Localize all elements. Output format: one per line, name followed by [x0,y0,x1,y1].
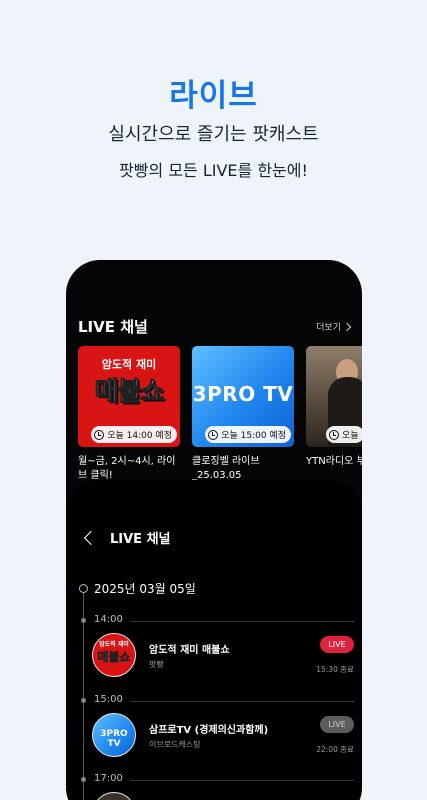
time-label: 14:00 [94,614,123,625]
item-title: 삼프로TV (경제의신과함께) [149,725,269,736]
time-marker-icon [81,698,86,703]
date-marker-icon [79,584,88,593]
channel-avatar: 3PRO TV [92,713,136,757]
card-thumbnail: 암도적 재미 매불쇼 오늘 14:00 예정 [78,346,180,447]
hero-title: 라이브 [169,78,258,114]
item-channel: 팟빵 [149,660,164,669]
end-time: 15:30 종료 [316,665,354,674]
clock-icon [208,429,219,440]
divider [130,780,354,781]
schedule-badge: 오늘 14:00 예정 [91,426,177,443]
show-logo: 3PRO TV [192,382,294,406]
item-title: 암도적 재미 매불쇼 [149,645,230,656]
time-label: 15:00 [94,694,123,705]
back-arrow-icon[interactable] [83,530,99,545]
more-label: 더보기 [316,323,341,333]
card-thumbnail: 오늘 [306,346,362,447]
phone-mockup-front: LIVE 채널 2025년 03월 05일 14:00 암도적 재미 매불쇼 암… [66,480,362,800]
show-logo: 매불쇼 [94,377,165,408]
item-channel: 이브로드캐스팅 [149,740,201,749]
live-card[interactable]: 암도적 재미 매불쇼 오늘 14:00 예정 월~금, 2시~4시, 라이브 클… [78,346,180,483]
card-caption: 월~금, 2시~4시, 라이브 클릭! [78,456,176,481]
time-label: 17:00 [94,773,123,784]
more-link[interactable]: 더보기 [316,320,352,333]
channel-avatar [92,792,136,800]
avatar-tagline: 암도적 재미 [99,641,129,648]
live-status-badge: LIVE [320,636,354,653]
card-caption: YTN라디오 부 [306,456,362,467]
date-label: 2025년 03월 05일 [94,582,196,596]
hero-description: 팟빵의 모든 LIVE를 한눈에! [119,161,308,180]
schedule-text: 오늘 14:00 예정 [107,431,172,441]
schedule-text: 오늘 [342,431,359,441]
avatar-logo: 3PRO TV [100,729,128,749]
live-card-list: 암도적 재미 매불쇼 오늘 14:00 예정 월~금, 2시~4시, 라이브 클… [78,346,362,483]
live-card[interactable]: 3PRO TV 오늘 15:00 예정 클로징벨 라이브_25.03.05 [192,346,294,483]
schedule-badge: 오늘 15:00 예정 [205,426,291,443]
schedule-item[interactable]: 암도적 재미 매불쇼 암도적 재미 매불쇼 팟빵 LIVE 15:30 종료 [92,633,354,681]
card-thumbnail: 3PRO TV 오늘 15:00 예정 [192,346,294,447]
hero-subtitle: 실시간으로 즐기는 팟캐스트 [108,124,319,145]
time-marker-icon [81,618,86,623]
screen-title: LIVE 채널 [110,532,171,547]
schedule-text: 오늘 15:00 예정 [221,431,286,441]
card-caption: 클로징벨 라이브_25.03.05 [192,456,260,481]
section-title: LIVE 채널 [78,318,148,336]
schedule-item[interactable]: 3PRO TV 삼프로TV (경제의신과함께) 이브로드캐스팅 LIVE 22:… [92,713,354,761]
end-time: 22:00 종료 [316,745,354,754]
screen-header: LIVE 채널 [83,528,171,547]
time-marker-icon [81,777,86,782]
logo-tagline: 암도적 재미 [101,358,157,371]
divider [130,701,354,702]
schedule-badge: 오늘 [326,426,362,443]
clock-icon [94,429,105,440]
live-channel-header: LIVE 채널 더보기 [78,316,352,337]
avatar-logo: 매불쇼 [97,650,131,665]
chevron-right-icon [342,322,352,331]
channel-avatar: 암도적 재미 매불쇼 [92,633,136,677]
live-card[interactable]: 오늘 YTN라디오 부 [306,346,362,483]
live-status-badge: LIVE [320,716,354,733]
divider [130,621,354,622]
clock-icon [329,429,339,440]
